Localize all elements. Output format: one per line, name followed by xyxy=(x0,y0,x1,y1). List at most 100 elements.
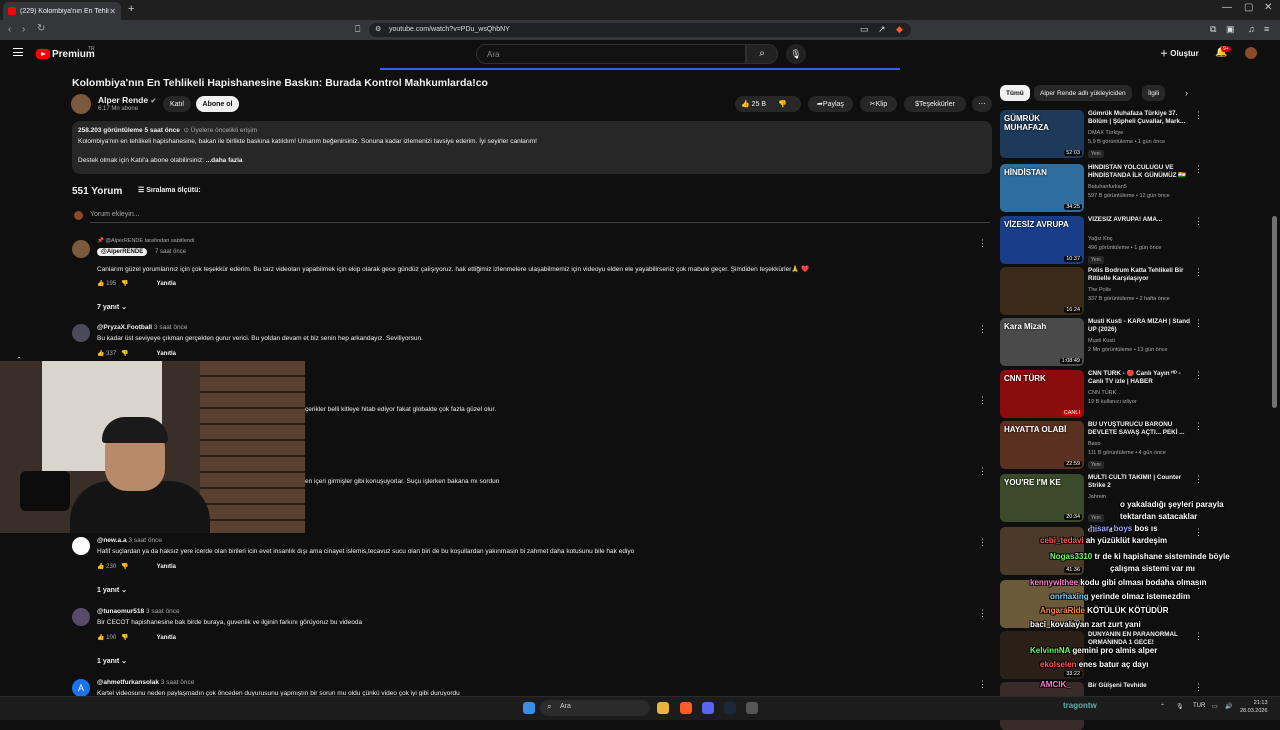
video-thumbnail[interactable]: GÜMRÜK MUHAFAZA 52:03 xyxy=(1000,110,1084,158)
video-thumbnail[interactable]: CNN TÜRK CANLI xyxy=(1000,370,1084,418)
youtube-logo-icon[interactable] xyxy=(36,49,50,59)
comment-menu-icon[interactable]: ⋮ xyxy=(978,466,987,477)
browser-tab[interactable]: (229) Kolombiya'nın En Tehlikeli ✕ xyxy=(3,2,121,20)
brave-shield-icon[interactable]: ◆ xyxy=(896,24,903,35)
comment-avatar[interactable] xyxy=(72,608,90,626)
video-channel[interactable]: DMAX Türkiye xyxy=(1088,130,1123,136)
dislike-icon[interactable]: 👎 xyxy=(121,281,128,287)
video-menu-icon[interactable]: ⋮ xyxy=(1194,164,1203,175)
file-explorer-icon[interactable] xyxy=(657,702,669,714)
reload-icon[interactable]: ↻ xyxy=(37,23,45,34)
comment-menu-icon[interactable]: ⋮ xyxy=(978,395,987,406)
create-button[interactable]: ＋ Oluştur xyxy=(1160,48,1199,59)
comment-author[interactable]: @AlperRENDE xyxy=(97,248,148,256)
recommended-video[interactable]: VİZESİZ AVRUPA 10:37 VİZESİZ AVRUPA! AMA..… xyxy=(1000,216,1203,264)
tab-close-icon[interactable]: ✕ xyxy=(109,7,116,16)
video-thumbnail[interactable]: HİNDİSTAN 34:25 xyxy=(1000,164,1084,212)
replies-toggle[interactable]: 7 yanıt ⌄ xyxy=(97,303,127,311)
taskbar-search[interactable]: Ara xyxy=(540,700,650,716)
like-icon[interactable]: 👍 xyxy=(97,635,104,641)
recommended-video[interactable]: GÜMRÜK MUHAFAZA 52:03 Gümrük Muhafaza Türk… xyxy=(1000,110,1203,158)
channel-name[interactable]: Alper Rende ✔ xyxy=(98,95,156,105)
minimize-icon[interactable]: — xyxy=(1222,2,1232,13)
clip-button[interactable]: ✂ Klip xyxy=(860,96,897,112)
video-title[interactable]: Musti Kusti - KARA MİZAH | Stand UP (202… xyxy=(1088,318,1192,334)
channel-avatar[interactable] xyxy=(71,94,91,114)
chevron-right-icon[interactable]: › xyxy=(1185,88,1188,98)
extensions-icon[interactable]: ⧉ xyxy=(1210,24,1216,35)
discord-icon[interactable] xyxy=(702,702,714,714)
comment-author[interactable]: @PryzaX.Football xyxy=(97,324,152,331)
obs-icon[interactable] xyxy=(746,702,758,714)
video-menu-icon[interactable]: ⋮ xyxy=(1194,267,1203,278)
description-box[interactable]: 258.203 görüntüleme 5 saat önce ⊙ Üyeler… xyxy=(72,121,992,174)
url-field[interactable]: youtube.com/watch?v=PDu_wsQhbNY xyxy=(369,23,911,37)
video-title[interactable]: BU UYUŞTURUCU BARONU DEVLETE SAVAŞ AÇTI.… xyxy=(1088,421,1192,437)
comment-menu-icon[interactable]: ⋮ xyxy=(978,679,987,690)
subscribe-button[interactable]: Abone ol xyxy=(196,96,239,112)
pip-icon[interactable]: ▭ xyxy=(860,24,869,35)
new-tab-button[interactable]: + xyxy=(128,3,134,15)
video-title[interactable]: MULTI CULTI TAKIMI! | Counter Strike 2 xyxy=(1088,474,1192,490)
hamburger-menu-icon[interactable] xyxy=(13,48,23,56)
sort-button[interactable]: ☰ Sıralama ölçütü: xyxy=(138,186,201,194)
comment-avatar[interactable]: A xyxy=(72,679,90,697)
recommended-video[interactable]: Kara Mizah 1:08:49 Musti Kusti - KARA MİZA… xyxy=(1000,318,1203,366)
recommended-video[interactable]: CNN TÜRK CANLI CNN TÜRK - 🔴 Canlı Yayın ᴴᴰ… xyxy=(1000,370,1203,418)
video-title[interactable]: VİZESİZ AVRUPA! AMA... xyxy=(1088,216,1192,224)
bookmark-icon[interactable]: ⎕ xyxy=(355,24,360,35)
join-button[interactable]: Katıl xyxy=(163,96,191,112)
replies-toggle[interactable]: 1 yanıt ⌄ xyxy=(97,586,127,594)
site-info-icon[interactable]: ⚙ xyxy=(375,25,381,33)
reply-button[interactable]: Yanıtla xyxy=(157,281,176,287)
video-menu-icon[interactable]: ⋮ xyxy=(1194,216,1203,227)
video-thumbnail[interactable]: 16:24 xyxy=(1000,267,1084,315)
video-title[interactable]: Gümrük Muhafaza Türkiye 37. Bölüm | Şüph… xyxy=(1088,110,1192,126)
recommended-video[interactable]: HAYATTA OLABİ 22:59 BU UYUŞTURUCU BARONU D… xyxy=(1000,421,1203,469)
page-scrollbar[interactable] xyxy=(1272,216,1277,408)
chip-all[interactable]: Tümü xyxy=(1000,85,1030,101)
brave-icon[interactable] xyxy=(680,702,692,714)
video-title[interactable]: Polis Bodrum Katta Tehlikeli Bir Ritüell… xyxy=(1088,267,1192,283)
language-indicator[interactable]: TUR xyxy=(1193,703,1205,709)
recommended-video[interactable]: 16:24 Polis Bodrum Katta Tehlikeli Bir Ri… xyxy=(1000,267,1203,315)
chip-from-uploader[interactable]: Alper Rende adlı yükleyiciden xyxy=(1034,85,1132,101)
comment-author[interactable]: @ahmetfurkansolak xyxy=(97,679,159,686)
video-menu-icon[interactable]: ⋮ xyxy=(1194,474,1203,485)
like-button[interactable]: 👍 25 B xyxy=(741,100,766,108)
video-thumbnail[interactable]: HAYATTA OLABİ 22:59 xyxy=(1000,421,1084,469)
video-menu-icon[interactable]: ⋮ xyxy=(1194,370,1203,381)
steam-icon[interactable] xyxy=(724,702,736,714)
reply-button[interactable]: Yanıtla xyxy=(157,564,176,570)
comment-menu-icon[interactable]: ⋮ xyxy=(978,324,987,335)
share-page-icon[interactable]: ↗ xyxy=(878,24,886,35)
video-channel[interactable]: Baso xyxy=(1088,441,1101,447)
dislike-icon[interactable]: 👎 xyxy=(121,351,128,357)
video-title[interactable]: CNN TÜRK - 🔴 Canlı Yayın ᴴᴰ - Canlı TV i… xyxy=(1088,370,1192,386)
search-input[interactable]: Ara xyxy=(476,44,746,64)
comment-menu-icon[interactable]: ⋮ xyxy=(978,537,987,548)
like-icon[interactable]: 👍 xyxy=(97,351,104,357)
video-thumbnail[interactable]: VİZESİZ AVRUPA 10:37 xyxy=(1000,216,1084,264)
forward-icon[interactable]: › xyxy=(22,24,25,35)
comment-menu-icon[interactable]: ⋮ xyxy=(978,608,987,619)
comment-avatar[interactable] xyxy=(72,324,90,342)
voice-search-button[interactable]: 🎙 xyxy=(786,44,806,64)
maximize-icon[interactable]: ▢ xyxy=(1244,2,1253,13)
comment-author[interactable]: @new.a.a xyxy=(97,537,127,544)
replies-toggle[interactable]: 1 yanıt ⌄ xyxy=(97,657,127,665)
video-menu-icon[interactable]: ⋮ xyxy=(1194,318,1203,329)
search-button[interactable]: ⌕ xyxy=(746,44,778,64)
comment-menu-icon[interactable]: ⋮ xyxy=(978,238,987,249)
reply-button[interactable]: Yanıtla xyxy=(157,351,176,357)
comment-avatar[interactable] xyxy=(72,240,90,258)
window-close-icon[interactable]: ✕ xyxy=(1264,2,1272,13)
reply-button[interactable]: Yanıtla xyxy=(157,635,176,641)
like-icon[interactable]: 👍 xyxy=(97,564,104,570)
add-comment-input[interactable]: Yorum ekleyin... xyxy=(90,211,140,218)
recommended-video[interactable]: HİNDİSTAN 34:25 HİNDİSTAN YOLCULUĞU VE HİN… xyxy=(1000,164,1203,212)
video-channel[interactable]: Batuhanfurkan5 xyxy=(1088,184,1127,190)
account-avatar[interactable] xyxy=(1245,47,1257,59)
show-more-link[interactable]: ...daha fazla xyxy=(206,157,243,164)
dislike-icon[interactable]: 👎 xyxy=(121,635,128,641)
